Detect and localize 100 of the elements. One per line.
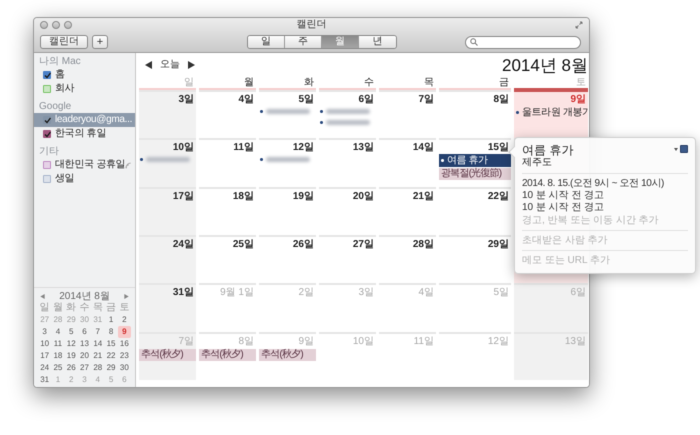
all-day-event[interactable]: 추석(秋夕) xyxy=(259,348,316,361)
calendar-list-item[interactable]: 생일 xyxy=(34,172,135,186)
day-number: 28일 xyxy=(412,238,435,251)
next-icon[interactable] xyxy=(188,61,195,69)
checkbox[interactable] xyxy=(43,130,51,138)
day-cell[interactable]: 9일 울트라원 개봉기 xyxy=(514,90,588,138)
day-cell[interactable]: 4일 xyxy=(199,90,256,138)
mini-calendar-day[interactable]: 8 xyxy=(104,326,118,338)
add-button[interactable]: + xyxy=(92,35,108,49)
view-tab[interactable]: 일 xyxy=(248,36,285,48)
day-cell[interactable]: 8일 xyxy=(439,90,511,138)
calendar-color-picker[interactable] xyxy=(674,145,688,153)
checkbox[interactable] xyxy=(43,116,51,124)
mini-calendar-day[interactable]: 28 xyxy=(91,362,104,374)
day-cell[interactable]: 6일 xyxy=(319,90,376,138)
day-number: 8일 xyxy=(493,94,510,106)
calendar-list-item[interactable]: 홈 xyxy=(34,68,135,82)
sidebar-heading: Google xyxy=(38,101,72,113)
mini-calendar-day[interactable]: 20 xyxy=(78,350,92,362)
fullscreen-icon[interactable] xyxy=(575,21,583,29)
calendar-list-item[interactable]: 회사 xyxy=(34,82,135,96)
mini-calendar-day[interactable]: 29 xyxy=(104,362,118,374)
mini-calendar-day[interactable]: 25 xyxy=(51,362,65,374)
mini-calendar-day[interactable]: 30 xyxy=(118,362,131,374)
mini-calendar-day[interactable]: 10 xyxy=(38,338,52,350)
mini-calendar-day[interactable]: 18 xyxy=(51,350,65,362)
mini-calendar-day[interactable]: 6 xyxy=(78,326,92,338)
day-cell[interactable]: 10일 xyxy=(139,138,196,187)
mini-calendar-day[interactable]: 12 xyxy=(64,338,78,350)
day-cell[interactable]: 26일 xyxy=(259,234,316,284)
mini-calendar-day[interactable]: 21 xyxy=(91,350,104,362)
all-day-event[interactable]: 광복절(光復節) xyxy=(439,168,511,180)
mini-calendar-day[interactable]: 16 xyxy=(118,338,131,350)
calendar-event[interactable]: 여름 휴가 xyxy=(439,154,511,168)
weekday-label: 일 xyxy=(38,302,51,314)
day-number: 19일 xyxy=(292,190,315,203)
day-cell[interactable]: 27일 xyxy=(319,234,376,284)
next-month-icon[interactable] xyxy=(124,294,129,299)
day-cell[interactable]: 29일 xyxy=(439,234,511,284)
day-number: 11일 xyxy=(414,336,435,348)
day-cell[interactable]: 25일 xyxy=(199,234,256,284)
mini-calendar-day[interactable]: 24 xyxy=(38,362,52,374)
mini-calendar-day[interactable]: 17 xyxy=(38,350,52,362)
mini-calendar-day[interactable]: 4 xyxy=(51,326,65,338)
day-cell[interactable]: 24일 xyxy=(139,234,196,284)
checkbox[interactable] xyxy=(43,175,51,183)
calendar-name: 홈 xyxy=(55,70,65,80)
sidebar-heading: 기타 xyxy=(38,146,60,158)
event-alert[interactable]: 10 분 시작 전 경고 xyxy=(522,190,688,202)
day-number: 17일 xyxy=(172,190,195,203)
checkbox[interactable] xyxy=(43,71,51,79)
day-cell[interactable]: 7일 xyxy=(379,90,436,138)
mini-calendar-day[interactable]: 14 xyxy=(91,338,104,350)
day-number: 27일 xyxy=(352,238,375,251)
event-title[interactable]: 여름 휴가 xyxy=(522,143,574,157)
calendars-button[interactable]: 캘린더 xyxy=(40,35,88,49)
day-cell[interactable]: 7일 추석(秋夕) xyxy=(139,332,196,380)
all-day-event[interactable]: 추석(秋夕) xyxy=(139,348,196,361)
day-number: 5일 xyxy=(493,287,510,300)
today-button[interactable]: 오늘 xyxy=(160,60,180,70)
previous-month-icon[interactable] xyxy=(40,294,45,299)
day-number: 10일 xyxy=(172,142,195,154)
mini-calendar-day[interactable]: 13 xyxy=(78,338,92,350)
weekday-label: 일 xyxy=(184,77,195,88)
event-alert[interactable]: 10 분 시작 전 경고 xyxy=(522,202,688,214)
caret-icon xyxy=(674,148,678,150)
weekday-label: 월 xyxy=(52,302,64,314)
mini-calendar-day[interactable]: 15 xyxy=(104,338,118,350)
mini-calendar-day[interactable]: 27 xyxy=(78,362,92,374)
search-field[interactable] xyxy=(465,36,581,48)
mini-calendar-day[interactable]: 2 xyxy=(118,314,131,326)
mini-calendar-day[interactable]: 19 xyxy=(64,350,78,362)
checkbox[interactable] xyxy=(43,161,51,169)
mini-calendar-day[interactable]: 3 xyxy=(38,326,52,338)
view-tab[interactable]: 주 xyxy=(285,36,322,48)
checkbox[interactable] xyxy=(43,85,51,93)
day-cell[interactable]: 3일 xyxy=(139,90,196,138)
mini-calendar-day[interactable]: 11 xyxy=(51,338,65,350)
mini-calendar-day[interactable]: 31 xyxy=(38,374,52,386)
mini-calendar-day[interactable]: 22 xyxy=(104,350,118,362)
all-day-event[interactable]: 추석(秋夕) xyxy=(199,348,256,361)
day-cell[interactable]: 31일 xyxy=(139,283,196,332)
day-cell[interactable]: 17일 xyxy=(139,186,196,235)
day-cell[interactable]: 5일 xyxy=(259,90,316,138)
calendar-list-item[interactable]: 대한민국 공휴일 xyxy=(34,158,135,172)
mini-calendar-day[interactable]: 23 xyxy=(118,350,131,362)
mini-calendar-day[interactable]: 1 xyxy=(104,314,118,326)
calendar-event[interactable]: 울트라원 개봉기 xyxy=(514,106,588,119)
mini-calendar-day[interactable]: 26 xyxy=(64,362,78,374)
view-tab[interactable]: 년 xyxy=(359,36,396,48)
mini-calendar-day[interactable]: 5 xyxy=(64,326,78,338)
day-number: 9일 xyxy=(570,94,587,106)
event-date[interactable]: 2014. 8. 15.(오전 9시 ~ 오전 10시) xyxy=(522,178,688,190)
calendar-list-item[interactable]: 한국의 휴일 xyxy=(34,127,135,141)
weekday-label: 화 xyxy=(65,302,78,314)
mini-calendar-day[interactable]: 7 xyxy=(91,326,104,338)
day-cell[interactable]: 28일 xyxy=(379,234,436,284)
day-number: 26일 xyxy=(292,238,315,251)
previous-icon[interactable] xyxy=(145,61,152,69)
event-location[interactable]: 제주도 xyxy=(522,157,688,169)
